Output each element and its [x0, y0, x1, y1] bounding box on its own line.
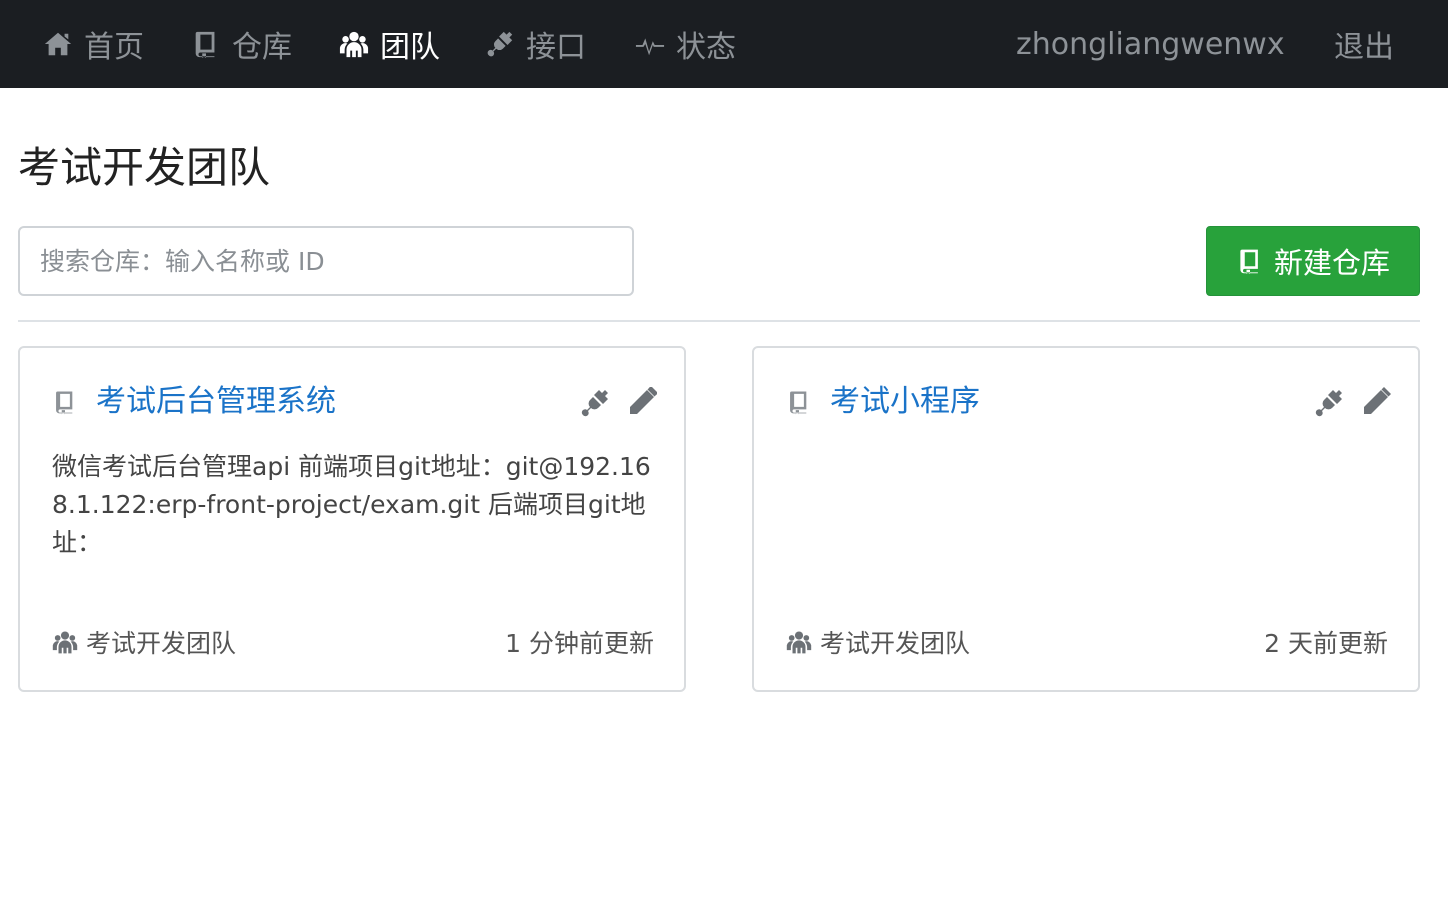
nav-item-api[interactable]: 接口 [484, 0, 586, 88]
book-icon [52, 386, 80, 420]
pencil-icon[interactable] [1358, 386, 1392, 420]
repository-team-link[interactable]: 考试开发团队 [52, 624, 236, 660]
new-repository-button[interactable]: 新建仓库 [1206, 226, 1420, 296]
book-icon [786, 386, 814, 420]
new-repository-label: 新建仓库 [1273, 246, 1390, 280]
nav-item-team[interactable]: 团队 [338, 0, 440, 88]
plug-icon [484, 28, 516, 60]
home-icon [42, 28, 74, 60]
team-icon [786, 629, 812, 655]
user-menu[interactable]: zhongliangwenwx [1016, 0, 1285, 88]
plug-icon[interactable] [578, 386, 612, 420]
repository-description: 微信考试后台管理api 前端项目git地址：git@192.168.1.122:… [52, 452, 651, 557]
nav-item-label: 仓库 [232, 30, 292, 65]
logout-link[interactable]: 退出 [1334, 0, 1394, 88]
team-icon [338, 28, 370, 60]
pencil-icon[interactable] [624, 386, 658, 420]
repository-name-link[interactable]: 考试后台管理系统 [96, 382, 336, 422]
pulse-icon [634, 28, 666, 60]
nav-item-home[interactable]: 首页 [42, 0, 144, 88]
repository-updated-time: 2 天前更新 [1264, 629, 1388, 658]
repository-card: 考试后台管理系统 微信考试后台管理api 前端项目git地址：git@192.1… [18, 346, 686, 692]
nav-item-repository[interactable]: 仓库 [190, 0, 292, 88]
repository-updated-time: 1 分钟前更新 [505, 629, 654, 658]
repository-team-label: 考试开发团队 [820, 629, 971, 658]
page-title: 考试开发团队 [18, 143, 271, 192]
repository-card: 考试小程序 考试开发团队 2 天前更新 [752, 346, 1420, 692]
team-icon [52, 629, 78, 655]
repository-name-link[interactable]: 考试小程序 [830, 382, 980, 422]
repository-team-label: 考试开发团队 [86, 629, 237, 658]
nav-item-label: 状态 [676, 30, 736, 65]
divider [18, 320, 1420, 322]
top-navbar: 首页 仓库 团队 接口 状态 zhongliangwenwx 退出 [0, 0, 1448, 88]
nav-item-label: 首页 [84, 30, 144, 65]
book-icon [190, 28, 222, 60]
book-icon [1236, 246, 1264, 276]
search-input[interactable] [18, 226, 634, 296]
nav-item-label: 接口 [526, 30, 586, 65]
nav-item-status[interactable]: 状态 [634, 0, 736, 88]
plug-icon[interactable] [1312, 386, 1346, 420]
repository-team-link[interactable]: 考试开发团队 [786, 624, 970, 660]
nav-item-label: 团队 [380, 30, 440, 65]
